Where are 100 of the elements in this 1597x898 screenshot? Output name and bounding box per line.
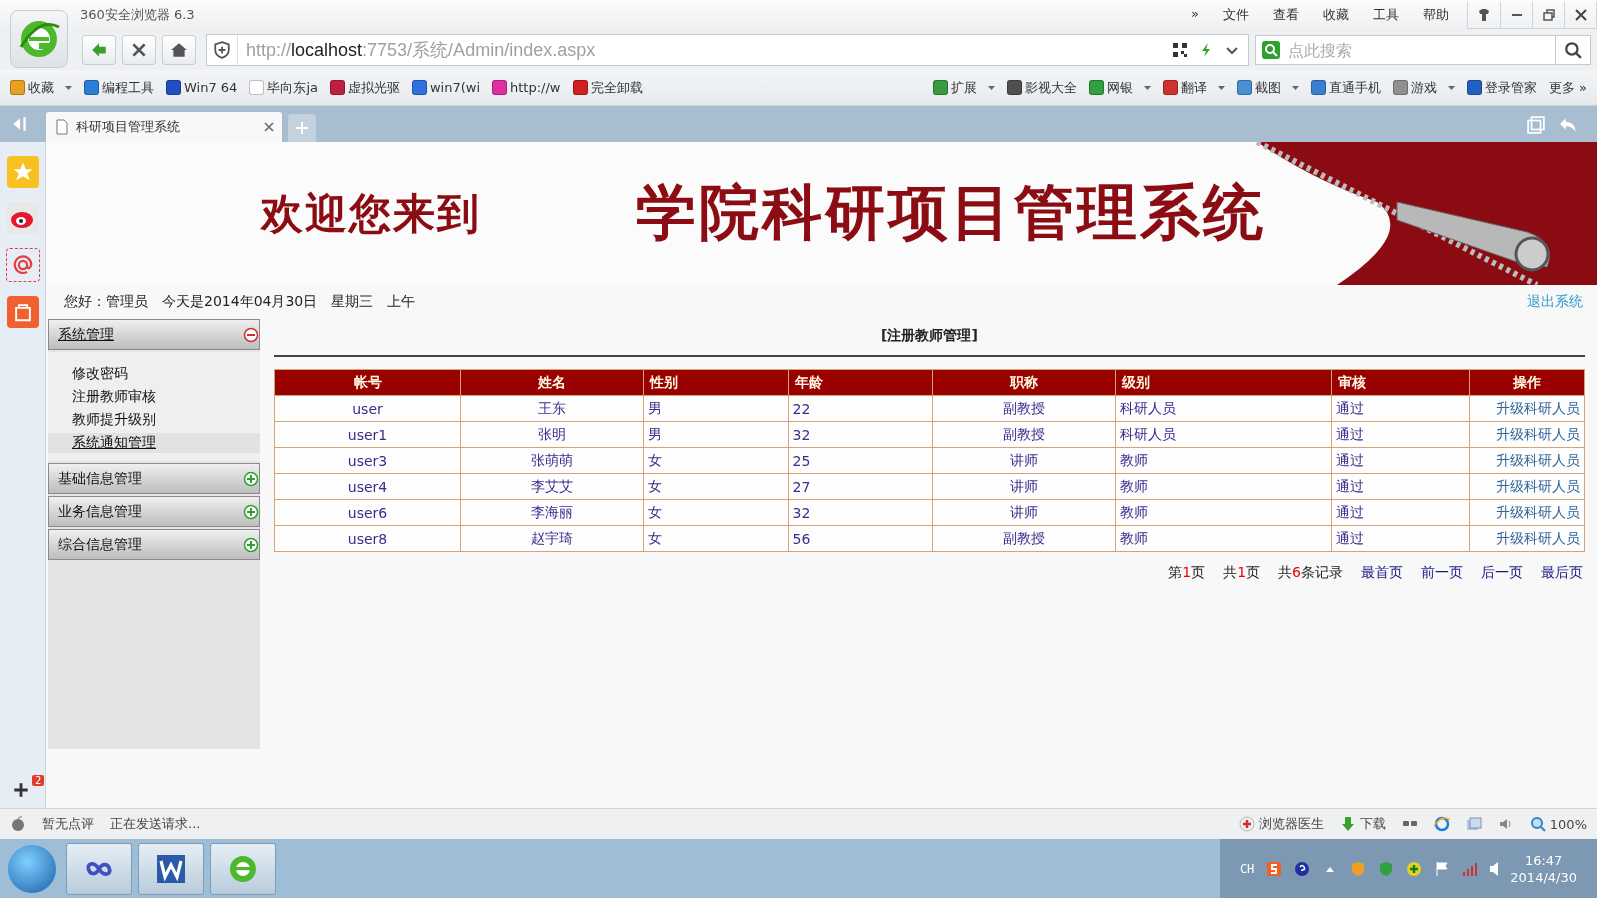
clock-date: 2014/4/30	[1510, 870, 1577, 885]
bookmark-item[interactable]: Win7 64	[166, 80, 238, 95]
menu-item[interactable]: 文件	[1223, 6, 1249, 24]
caret-icon[interactable]	[1217, 85, 1225, 90]
back-button[interactable]	[82, 35, 116, 65]
column-header: 帐号	[274, 369, 461, 396]
table-cell: user8	[274, 525, 461, 552]
menu-group[interactable]: 系统管理	[48, 319, 260, 350]
download-button[interactable]: 下载	[1339, 815, 1386, 833]
home-button[interactable]	[162, 35, 196, 65]
bookmark-item[interactable]: http://w	[492, 80, 561, 95]
table-cell: 副教授	[932, 421, 1116, 448]
pagination-link[interactable]: 最后页	[1541, 564, 1583, 582]
caret-icon[interactable]	[987, 85, 995, 90]
menu-item[interactable]: »	[1191, 6, 1199, 24]
table-cell: 通过	[1331, 499, 1470, 526]
search-field[interactable]: 点此搜索	[1286, 35, 1555, 65]
windows-stack-icon	[1465, 816, 1482, 832]
pagination-link[interactable]: 最首页	[1361, 564, 1403, 582]
browser-logo-icon[interactable]	[10, 10, 68, 68]
caret-icon[interactable]	[1143, 85, 1151, 90]
table-cell: 教师	[1115, 499, 1332, 526]
table-cell: 张萌萌	[460, 447, 644, 474]
bookmark-item[interactable]: win7(wi	[411, 80, 481, 95]
stop-button[interactable]	[122, 35, 156, 65]
at-sign-icon[interactable]	[5, 248, 40, 282]
bookmark-item[interactable]: 游戏	[1392, 78, 1455, 97]
column-header: 职称	[932, 369, 1116, 396]
table-cell: 张明	[460, 421, 644, 448]
table-cell: 27	[788, 473, 933, 500]
upgrade-link[interactable]: 升级科研人员	[1469, 421, 1585, 448]
notification-badge: 2	[32, 775, 45, 786]
upgrade-link[interactable]: 升级科研人员	[1469, 525, 1585, 552]
pagination-link[interactable]: 前一页	[1421, 564, 1463, 582]
browser-e-icon	[227, 853, 259, 885]
menu-item[interactable]: 收藏	[1323, 6, 1349, 24]
window-title: 360安全浏览器 6.3	[80, 6, 195, 24]
menu-item[interactable]: 教师提升级别	[48, 410, 260, 430]
table-cell: 男	[643, 421, 788, 448]
bookmark-item[interactable]: 编程工具	[84, 78, 154, 97]
bookmark-item[interactable]: 影视大全	[1006, 78, 1077, 97]
table-cell: 通过	[1331, 525, 1470, 552]
address-bar[interactable]: http://localhost:7753/系统/Admin/index.aspx	[206, 34, 1249, 66]
menu-item[interactable]: 修改密码	[48, 364, 260, 384]
close-icon	[130, 41, 148, 59]
upgrade-link[interactable]: 升级科研人员	[1469, 473, 1585, 500]
taskbar-app-button[interactable]	[138, 843, 204, 895]
taskbar-app-button[interactable]	[210, 843, 276, 895]
menu-item[interactable]: 系统通知管理	[48, 433, 260, 453]
table-cell: user3	[274, 447, 461, 474]
menu-group[interactable]: 综合信息管理	[48, 529, 260, 560]
start-button[interactable]	[8, 845, 56, 893]
menu-group[interactable]: 基础信息管理	[48, 463, 260, 494]
menu-item[interactable]: 注册教师审核	[48, 387, 260, 407]
table-cell: user	[274, 395, 461, 422]
pagination-link[interactable]: 后一页	[1481, 564, 1523, 582]
more-button[interactable]: 更多 »	[1548, 78, 1587, 97]
table-cell: 李海丽	[460, 499, 644, 526]
table-cell: 男	[643, 395, 788, 422]
bookmark-item[interactable]: 直通手机	[1310, 78, 1381, 97]
shield-icon	[1378, 861, 1395, 877]
bookmark-item[interactable]: 翻译	[1162, 78, 1225, 97]
menu-group[interactable]: 业务信息管理	[48, 496, 260, 527]
bookmark-item[interactable]: 扩展	[932, 78, 995, 97]
bookmark-item[interactable]: 完全卸载	[572, 78, 643, 97]
table-cell: user1	[274, 421, 461, 448]
zoom-button[interactable]: 100%	[1529, 816, 1587, 832]
bookmark-item[interactable]: 收藏	[10, 78, 72, 97]
upgrade-link[interactable]: 升级科研人员	[1469, 447, 1585, 474]
taskbar-app-button[interactable]	[66, 843, 132, 895]
menu-item[interactable]: 查看	[1273, 6, 1299, 24]
upgrade-link[interactable]: 升级科研人员	[1469, 499, 1585, 526]
browser-doctor-button[interactable]: 浏览器医生	[1238, 815, 1324, 833]
collapse-icon	[243, 326, 259, 343]
bookmark-item[interactable]: 登录管家	[1466, 78, 1537, 97]
column-header: 审核	[1331, 369, 1470, 396]
eye-logo-icon[interactable]	[6, 202, 39, 234]
browser-tab[interactable]: 科研项目管理系统	[46, 112, 282, 142]
table-cell: user4	[274, 473, 461, 500]
shopping-bag-icon[interactable]	[6, 296, 39, 328]
caret-icon[interactable]	[1291, 85, 1299, 90]
caret-icon[interactable]	[65, 85, 72, 90]
upgrade-link[interactable]: 升级科研人员	[1469, 395, 1585, 422]
bookmark-item[interactable]: 截图	[1236, 78, 1299, 97]
menu-item[interactable]: 工具	[1373, 6, 1399, 24]
bookmark-item[interactable]: 虚拟光驱	[329, 78, 400, 97]
speaker-icon	[1490, 862, 1499, 876]
window-icon	[1527, 116, 1545, 134]
expand-icon	[243, 470, 259, 487]
table-cell: 32	[788, 421, 933, 448]
column-header: 姓名	[460, 369, 644, 396]
menu-item[interactable]: 帮助	[1423, 6, 1449, 24]
minimize-icon	[1511, 13, 1522, 16]
search-button[interactable]	[1555, 35, 1591, 65]
bookmark-item[interactable]: 网银	[1088, 78, 1151, 97]
bookmark-item[interactable]: 毕向东ja	[249, 78, 318, 97]
close-tab-icon[interactable]	[264, 122, 274, 132]
column-header: 性别	[643, 369, 788, 396]
caret-icon[interactable]	[1447, 85, 1455, 90]
system-title: 学院科研项目管理系统	[636, 176, 1266, 249]
